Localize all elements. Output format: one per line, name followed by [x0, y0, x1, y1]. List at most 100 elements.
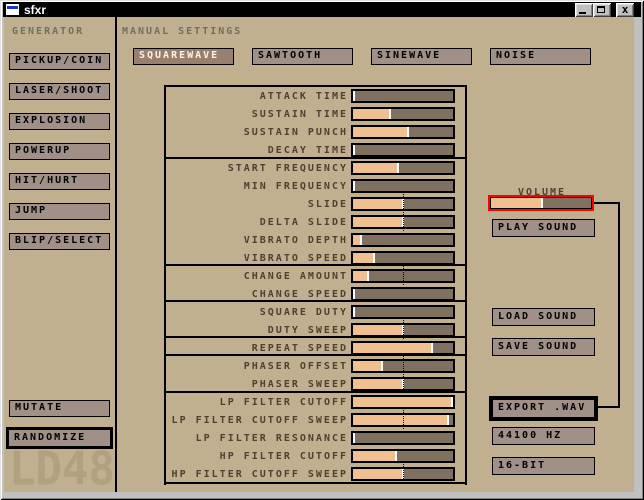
slider-group-line — [465, 85, 467, 485]
manual-settings-heading: MANUAL SETTINGS — [122, 27, 242, 37]
wave-button-noise[interactable]: NOISE — [490, 48, 591, 65]
slider-label-lp-filter-cutoff-sweep: LP FILTER CUTOFF SWEEP — [172, 416, 348, 426]
slider-decay-time[interactable] — [351, 143, 455, 157]
generator-heading: GENERATOR — [12, 27, 84, 37]
slider-label-decay-time: DECAY TIME — [268, 146, 348, 156]
ld48-watermark: LD48 — [9, 450, 115, 490]
slider-repeat-speed[interactable] — [351, 341, 455, 355]
slider-vibrato-depth[interactable] — [351, 233, 455, 247]
slider-fill-repeat-speed — [353, 343, 431, 353]
slider-min-frequency[interactable] — [351, 179, 455, 193]
export-wav-button[interactable]: EXPORT .WAV — [493, 400, 594, 417]
slider-center-line-change-amount — [403, 266, 404, 286]
slider-label-vibrato-depth: VIBRATO DEPTH — [244, 236, 348, 246]
slider-center-line-phaser-sweep — [403, 374, 404, 394]
slider-fill-hp-filter-cutoff-sweep — [353, 469, 402, 479]
minimize-icon — [579, 12, 586, 14]
export-wav-button-frame: EXPORT .WAV — [489, 396, 598, 421]
slider-marker-decay-time — [353, 145, 355, 155]
load-sound-button[interactable]: LOAD SOUND — [492, 308, 595, 326]
slider-fill-vibrato-speed — [353, 253, 373, 263]
mutate-button[interactable]: MUTATE — [9, 400, 110, 417]
play-sound-button[interactable]: PLAY SOUND — [492, 219, 595, 237]
slider-label-hp-filter-cutoff-sweep: HP FILTER CUTOFF SWEEP — [172, 470, 348, 480]
wave-button-squarewave[interactable]: SQUAREWAVE — [133, 48, 234, 65]
slider-fill-phaser-offset — [353, 361, 381, 371]
slider-lp-filter-resonance[interactable] — [351, 431, 455, 445]
slider-label-lp-filter-cutoff: LP FILTER CUTOFF — [220, 398, 348, 408]
slider-lp-filter-cutoff[interactable] — [351, 395, 455, 409]
slider-marker-vibrato-speed — [373, 253, 375, 263]
slider-square-duty[interactable] — [351, 305, 455, 319]
slider-marker-repeat-speed — [431, 343, 433, 353]
slider-fill-lp-filter-cutoff-sweep — [353, 415, 447, 425]
save-sound-button[interactable]: SAVE SOUND — [492, 338, 595, 356]
slider-label-lp-filter-resonance: LP FILTER RESONANCE — [196, 434, 348, 444]
slider-label-delta-slide: DELTA SLIDE — [260, 218, 348, 228]
slider-center-line-slide — [403, 194, 404, 214]
slider-group-line — [164, 157, 467, 159]
slider-fill-change-amount — [353, 271, 367, 281]
slider-label-sustain-time: SUSTAIN TIME — [252, 110, 348, 120]
slider-group-line — [164, 85, 467, 87]
slider-vibrato-speed[interactable] — [351, 251, 455, 265]
slider-label-vibrato-speed: VIBRATO SPEED — [244, 254, 348, 264]
slider-label-hp-filter-cutoff: HP FILTER CUTOFF — [220, 452, 348, 462]
sidebar-divider — [115, 17, 117, 492]
volume-wire — [618, 202, 620, 408]
slider-marker-change-speed — [353, 289, 355, 299]
slider-group-line — [164, 85, 166, 485]
slider-fill-slide — [353, 199, 402, 209]
slider-marker-square-duty — [353, 307, 355, 317]
slider-center-line-delta-slide — [403, 212, 404, 232]
volume-slider[interactable] — [490, 197, 592, 209]
sfxr-window: sfxr x GENERATOR MANUAL SETTINGS PICKUP/… — [0, 0, 644, 500]
slider-sustain-time[interactable] — [351, 107, 455, 121]
slider-marker-lp-filter-cutoff — [451, 397, 453, 407]
close-icon: x — [616, 3, 634, 16]
sample-rate-button[interactable]: 44100 HZ — [492, 427, 595, 445]
slider-label-phaser-offset: PHASER OFFSET — [244, 362, 348, 372]
slider-marker-attack-time — [353, 91, 355, 101]
slider-change-speed[interactable] — [351, 287, 455, 301]
generator-button-jump[interactable]: JUMP — [9, 203, 110, 220]
slider-fill-vibrato-depth — [353, 235, 360, 245]
generator-button-explosion[interactable]: EXPLOSION — [9, 113, 110, 130]
minimize-button[interactable] — [575, 3, 593, 17]
generator-button-hit-hurt[interactable]: HIT/HURT — [9, 173, 110, 190]
app-icon-titlebar-stripe — [7, 6, 18, 9]
generator-button-laser-shoot[interactable]: LASER/SHOOT — [9, 83, 110, 100]
slider-label-change-amount: CHANGE AMOUNT — [244, 272, 348, 282]
slider-marker-sustain-punch — [407, 127, 409, 137]
slider-fill-phaser-sweep — [353, 379, 402, 389]
slider-marker-start-frequency — [397, 163, 399, 173]
slider-attack-time[interactable] — [351, 89, 455, 103]
wave-button-sinewave[interactable]: SINEWAVE — [371, 48, 472, 65]
slider-fill-sustain-time — [353, 109, 389, 119]
slider-center-line-hp-filter-cutoff-sweep — [403, 464, 404, 484]
slider-label-slide: SLIDE — [308, 200, 348, 210]
generator-button-pickup-coin[interactable]: PICKUP/COIN — [9, 53, 110, 70]
slider-group-line — [164, 391, 467, 393]
generator-button-blip-select[interactable]: BLIP/SELECT — [9, 233, 110, 250]
bit-depth-button[interactable]: 16-BIT — [492, 457, 595, 475]
slider-label-change-speed: CHANGE SPEED — [252, 290, 348, 300]
slider-center-line-duty-sweep — [403, 320, 404, 340]
slider-label-attack-time: ATTACK TIME — [260, 92, 348, 102]
slider-hp-filter-cutoff[interactable] — [351, 449, 455, 463]
slider-label-square-duty: SQUARE DUTY — [260, 308, 348, 318]
app-icon — [6, 4, 19, 15]
volume-slider-marker — [541, 198, 543, 208]
close-button[interactable]: x — [616, 3, 634, 17]
titlebar[interactable]: sfxr x — [3, 2, 641, 17]
slider-marker-lp-filter-resonance — [353, 433, 355, 443]
slider-marker-hp-filter-cutoff — [395, 451, 397, 461]
maximize-button[interactable] — [593, 3, 611, 17]
generator-button-powerup[interactable]: POWERUP — [9, 143, 110, 160]
slider-fill-duty-sweep — [353, 325, 402, 335]
slider-sustain-punch[interactable] — [351, 125, 455, 139]
slider-start-frequency[interactable] — [351, 161, 455, 175]
wave-button-sawtooth[interactable]: SAWTOOTH — [252, 48, 353, 65]
slider-fill-lp-filter-cutoff — [353, 397, 452, 407]
slider-group-line — [164, 482, 467, 484]
